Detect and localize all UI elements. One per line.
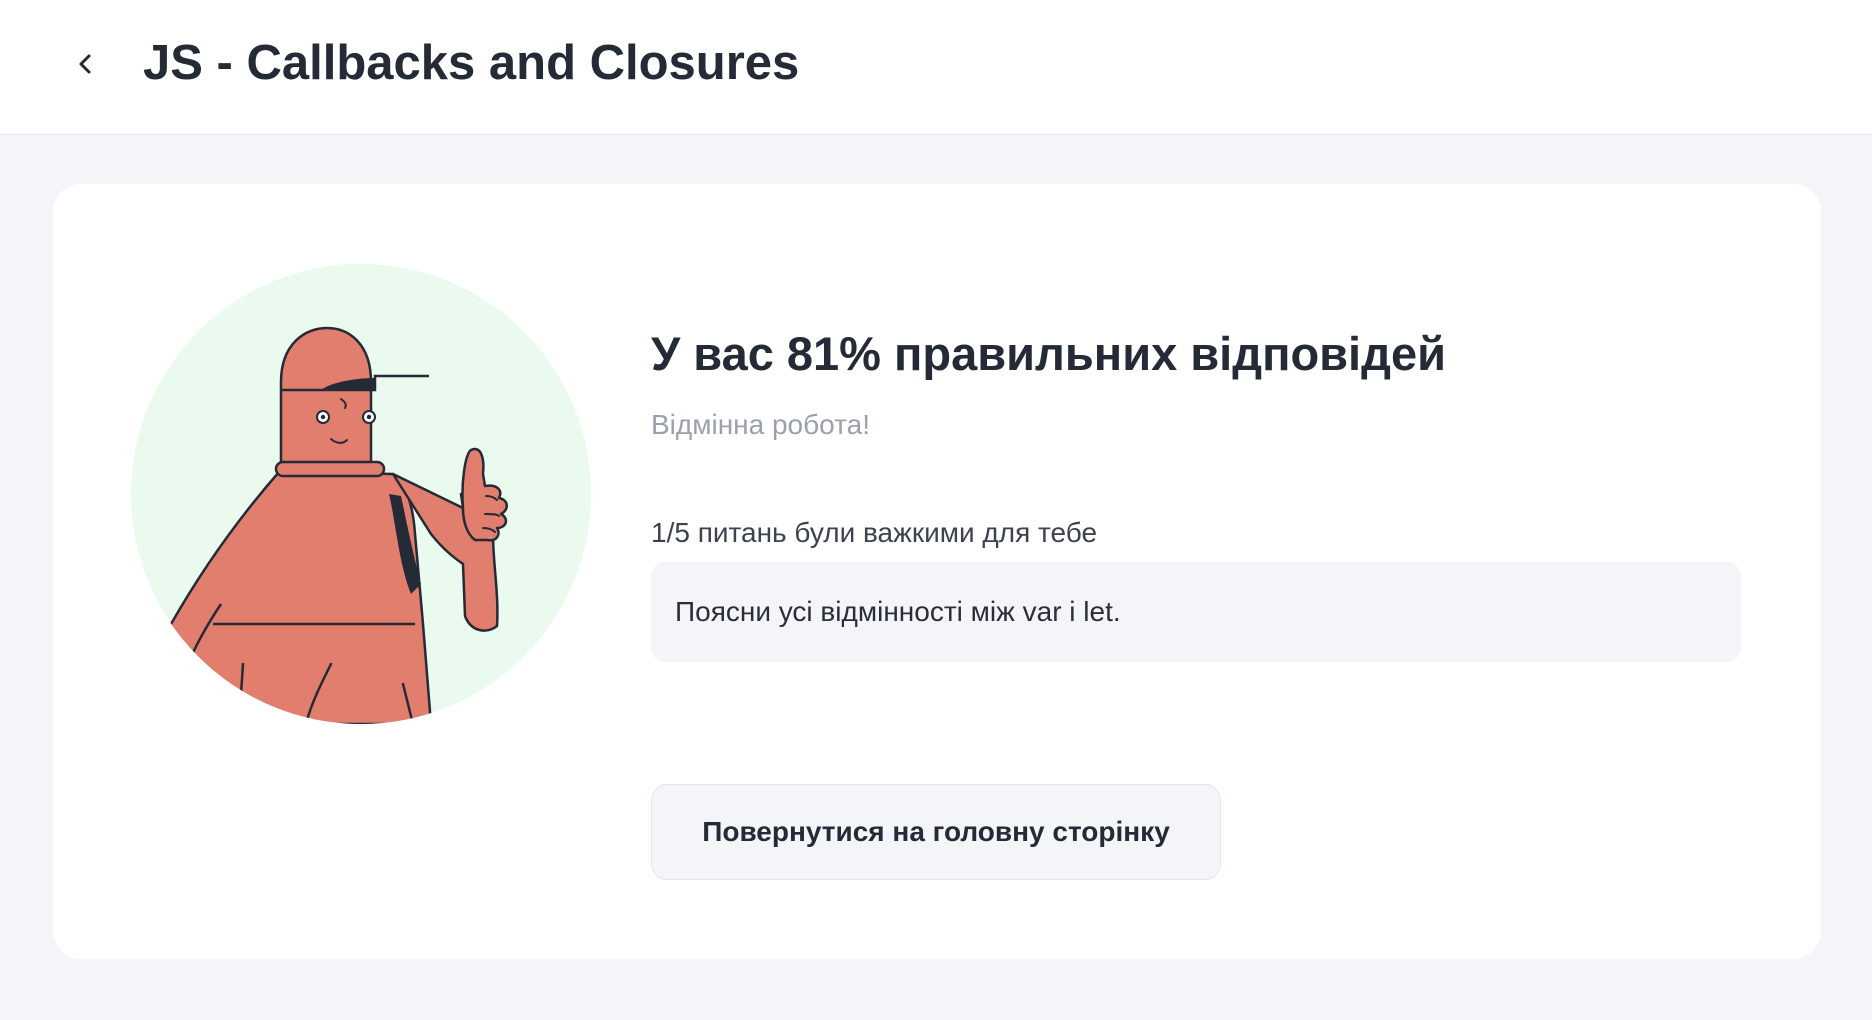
return-home-button[interactable]: Повернутися на головну сторінку xyxy=(651,784,1221,880)
result-title: У вас 81% правильних відповідей xyxy=(651,327,1446,380)
character-collar xyxy=(274,460,386,478)
back-button[interactable] xyxy=(66,44,106,84)
hard-question-text: Поясни усі відмінності між var і let. xyxy=(675,596,1121,627)
hard-questions-label: 1/5 питань були важкими для тебе xyxy=(651,517,1098,548)
result-card: У вас 81% правильних відповідей Відмінна… xyxy=(53,184,1821,959)
result-subtitle: Відмінна робота! xyxy=(651,409,870,440)
thumbs-up-character-illustration xyxy=(131,264,591,724)
page-title: JS - Callbacks and Closures xyxy=(143,36,800,90)
top-header: JS - Callbacks and Closures xyxy=(0,0,1872,135)
character-head xyxy=(279,326,373,471)
hard-question-item: Поясни усі відмінності між var і let. xyxy=(651,562,1741,662)
chevron-left-icon xyxy=(79,54,91,74)
